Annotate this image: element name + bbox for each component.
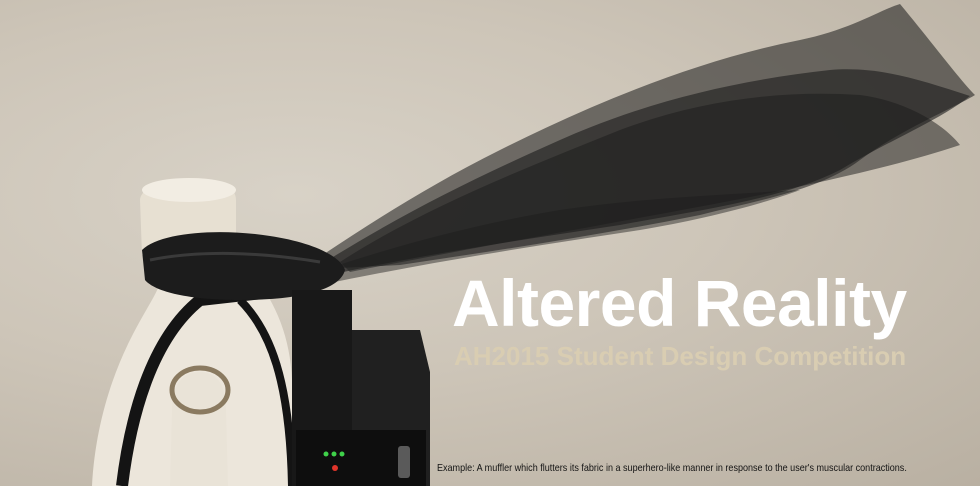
photo-caption: Example: A muffler which flutters its fa… xyxy=(437,462,907,474)
fabric-scarf xyxy=(300,4,975,285)
competition-banner: Altered Reality AH2015 Student Design Co… xyxy=(0,0,980,486)
control-box xyxy=(292,290,430,486)
banner-title: Altered Reality xyxy=(452,266,907,340)
scarf-wrap xyxy=(142,232,345,300)
banner-subtitle: AH2015 Student Design Competition xyxy=(454,341,907,371)
mannequin xyxy=(92,178,296,486)
muffler-photo xyxy=(92,4,975,486)
